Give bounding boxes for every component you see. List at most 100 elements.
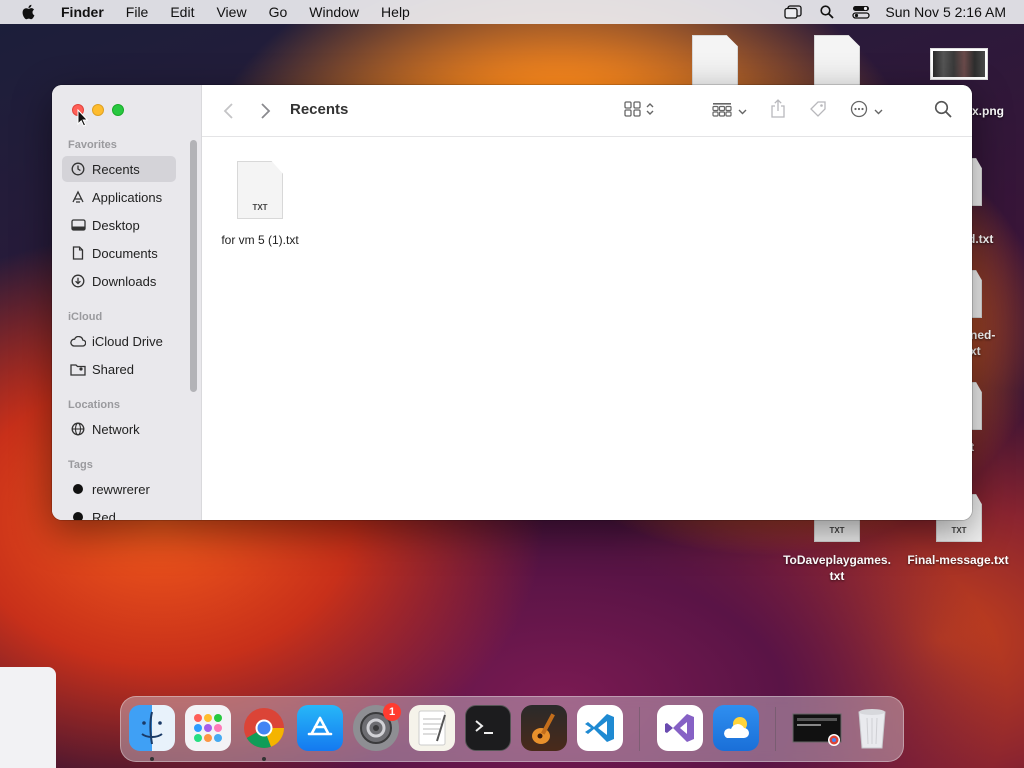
dock — [120, 696, 904, 762]
text-file-icon: TXT — [237, 161, 283, 219]
sidebar-item-applications[interactable]: Applications — [62, 184, 176, 210]
share-button[interactable] — [770, 98, 786, 124]
zoom-window-button[interactable] — [112, 104, 124, 116]
desktop-icon — [70, 217, 86, 233]
forward-button[interactable] — [258, 99, 272, 123]
sidebar-item-tag[interactable]: rewwrerer — [62, 476, 176, 502]
finder-sidebar: Favorites Recents Applications Desktop D… — [52, 85, 202, 520]
weather-icon[interactable] — [713, 705, 759, 751]
menu-view[interactable]: View — [205, 4, 257, 20]
desktop-file-icon[interactable] — [814, 35, 860, 87]
tag-icon — [808, 99, 828, 124]
sidebar-item-label: Network — [92, 421, 140, 437]
tag-button[interactable] — [808, 99, 828, 123]
finder-window: Favorites Recents Applications Desktop D… — [52, 85, 972, 520]
icon-view-icon — [624, 100, 642, 122]
group-by-button[interactable] — [712, 99, 747, 123]
chevron-down-icon — [874, 102, 883, 120]
sidebar-item-network[interactable]: Network — [62, 416, 176, 442]
finder-toolbar: Recents — [202, 85, 972, 137]
file-type-label: TXT — [829, 526, 845, 535]
sidebar-item-label: Desktop — [92, 217, 140, 233]
chevron-down-icon — [738, 102, 747, 120]
sidebar-section-icloud: iCloud — [68, 311, 103, 323]
sidebar-item-label: Recents — [92, 161, 140, 177]
file-type-label: TXT — [951, 526, 967, 535]
view-mode-button[interactable] — [624, 99, 654, 123]
menu-finder[interactable]: Finder — [50, 4, 115, 20]
sidebar-section-favorites: Favorites — [68, 139, 117, 151]
more-actions-button[interactable] — [850, 99, 883, 123]
share-icon — [770, 98, 786, 124]
vscode-icon[interactable] — [577, 705, 623, 751]
back-button[interactable] — [222, 99, 236, 123]
image-thumbnail-preview — [933, 51, 985, 77]
file-type-label: TXT — [252, 203, 268, 212]
control-center-icon[interactable] — [851, 4, 871, 20]
tag-color-dot — [73, 512, 83, 520]
globe-icon — [70, 421, 86, 437]
menu-edit[interactable]: Edit — [159, 4, 205, 20]
sidebar-item-label: Red — [92, 509, 116, 521]
sidebar-item-downloads[interactable]: Downloads — [62, 268, 176, 294]
desktop-file-icon[interactable] — [692, 35, 738, 87]
dock-separator — [775, 707, 776, 751]
search-button[interactable] — [934, 99, 952, 123]
menu-window[interactable]: Window — [298, 4, 370, 20]
minimize-window-button[interactable] — [92, 104, 104, 116]
sidebar-item-tag[interactable]: Red — [62, 504, 176, 520]
menu-go[interactable]: Go — [258, 4, 299, 20]
sidebar-item-recents[interactable]: Recents — [62, 156, 176, 182]
sidebar-item-label: iCloud Drive — [92, 333, 163, 349]
chevron-updown-icon — [646, 102, 654, 121]
desktop-icon-label: Final-message.txt — [907, 553, 1009, 567]
desktop-icon-label: x.png — [972, 104, 1004, 118]
sidebar-item-desktop[interactable]: Desktop — [62, 212, 176, 238]
menu-help[interactable]: Help — [370, 4, 421, 20]
apple-menu-icon[interactable] — [18, 4, 38, 20]
running-indicator — [150, 757, 154, 761]
chrome-icon[interactable] — [241, 705, 287, 751]
terminal-icon[interactable] — [465, 705, 511, 751]
dock-separator — [639, 707, 640, 751]
launchpad-icon[interactable] — [185, 705, 231, 751]
desktop-icon-label: ToDaveplaygames. txt — [783, 553, 891, 583]
stage-manager-icon[interactable] — [783, 4, 803, 20]
sidebar-item-documents[interactable]: Documents — [62, 240, 176, 266]
applications-icon — [70, 189, 86, 205]
textedit-icon[interactable] — [409, 705, 455, 751]
visual-studio-icon[interactable] — [657, 705, 703, 751]
sidebar-scrollbar[interactable] — [190, 140, 197, 392]
running-indicator — [262, 757, 266, 761]
mouse-pointer-icon — [77, 108, 89, 132]
clock-icon — [70, 161, 86, 177]
spotlight-search-icon[interactable] — [817, 4, 837, 20]
desktop-widget[interactable] — [0, 667, 56, 768]
trash-icon[interactable] — [849, 705, 895, 751]
document-icon — [70, 245, 86, 261]
menu-bar: Finder File Edit View Go Window Help Sun… — [0, 0, 1024, 24]
shared-folder-icon — [70, 361, 86, 377]
menu-file[interactable]: File — [115, 4, 160, 20]
sidebar-section-tags: Tags — [68, 459, 93, 471]
desktop-icon-label: ned- xt — [970, 328, 996, 358]
notification-badge: 1 — [383, 703, 401, 721]
screen-recording-icon[interactable] — [791, 705, 843, 751]
app-store-icon[interactable] — [297, 705, 343, 751]
menu-clock[interactable]: Sun Nov 5 2:16 AM — [885, 4, 1006, 20]
sidebar-item-label: Applications — [92, 189, 163, 205]
sidebar-section-locations: Locations — [68, 399, 120, 411]
sidebar-item-label: Downloads — [92, 273, 157, 289]
file-browser-content: TXT for vm 5 (1).txt — [202, 137, 972, 520]
garageband-icon[interactable] — [521, 705, 567, 751]
sidebar-item-label: rewwrerer — [92, 481, 150, 497]
ellipsis-circle-icon — [850, 100, 868, 123]
sidebar-item-shared[interactable]: Shared — [62, 356, 176, 382]
cloud-icon — [70, 333, 86, 349]
sidebar-item-label: Documents — [92, 245, 158, 261]
desktop-image-thumbnail[interactable] — [930, 48, 988, 80]
finder-icon[interactable] — [129, 705, 175, 751]
search-icon — [934, 100, 952, 123]
sidebar-item-icloud-drive[interactable]: iCloud Drive — [62, 328, 176, 354]
sidebar-item-label: Shared — [92, 361, 134, 377]
